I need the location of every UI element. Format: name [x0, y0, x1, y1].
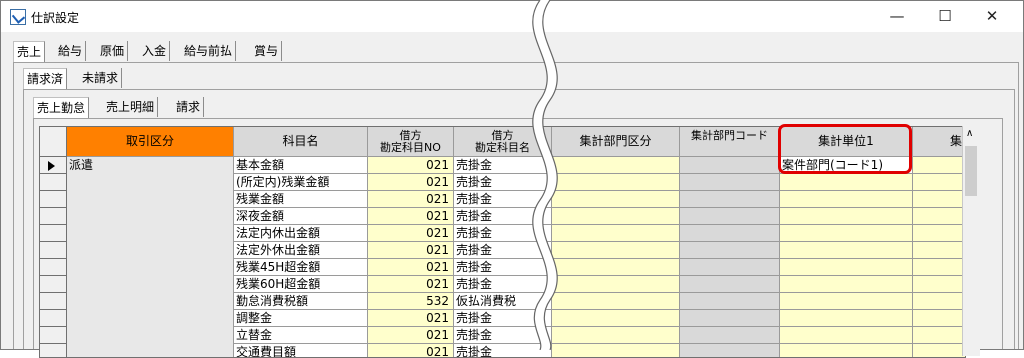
wave-break [532, 0, 558, 350]
